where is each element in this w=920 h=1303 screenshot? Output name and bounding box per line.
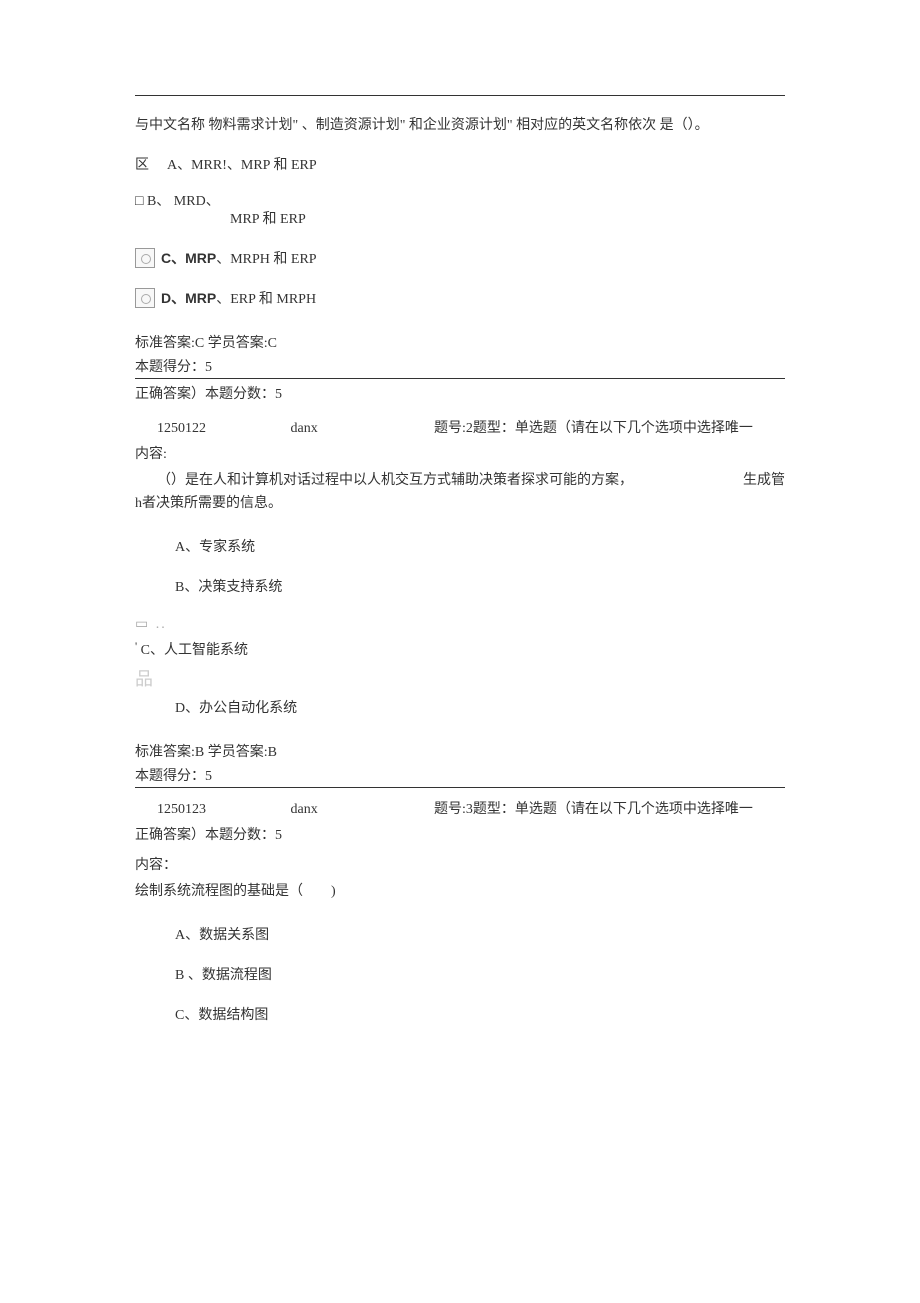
question-3: 1250123 danx 题号:3题型：单选题（请在以下几个选项中选择唯一 正确… <box>135 798 785 1024</box>
top-rule <box>135 95 785 96</box>
q2-type: danx <box>291 421 371 437</box>
q1-stem: 与中文名称 物料需求计划" 、制造资源计划" 和企业资源计划" 相对应的英文名称… <box>135 114 785 138</box>
q3-content-label: 内容： <box>135 854 785 874</box>
q2-option-c-text: C、人工智能系统 <box>141 643 248 658</box>
q2-content-label: 内容: <box>135 443 785 463</box>
q1-option-c-label: C、MRP <box>161 248 216 268</box>
q1-option-b: □ B、 MRD、 MRP 和 ERP <box>135 190 785 228</box>
divider <box>135 378 785 379</box>
q1-score: 本题得分：5 <box>135 356 785 376</box>
q3-type: danx <box>291 802 371 818</box>
q1-option-a-text: A、MRR!、MRP 和 ERP <box>167 154 317 174</box>
question-2: 1250122 danx 题号:2题型：单选题（请在以下几个选项中选择唯一 内容… <box>135 417 785 789</box>
q3-stem: 绘制系统流程图的基础是（ ) <box>135 880 785 904</box>
q2-meta: 1250122 danx 题号:2题型：单选题（请在以下几个选项中选择唯一 <box>135 417 785 437</box>
checkbox-marker: □ <box>135 194 143 209</box>
q3-header: 题号:3题型：单选题（请在以下几个选项中选择唯一 <box>434 802 753 817</box>
q1-option-b-line2: MRP 和 ERP <box>230 212 306 227</box>
q3-option-b: B 、数据流程图 <box>175 964 785 984</box>
question-1: 与中文名称 物料需求计划" 、制造资源计划" 和企业资源计划" 相对应的英文名称… <box>135 114 785 407</box>
q1-option-c: C、MRP 、MRPH 和 ERP <box>135 248 785 268</box>
document-page: 与中文名称 物料需求计划" 、制造资源计划" 和企业资源计划" 相对应的英文名称… <box>0 0 920 1303</box>
q2-stem-1: （）是在人和计算机对话过程中以人机交互方式辅助决策者探求可能的方案， <box>157 473 633 488</box>
q1-option-a: 区 A、MRR!、MRP 和 ERP <box>135 154 785 174</box>
q2-answer: 标准答案:B 学员答案:B <box>135 741 785 761</box>
radio-icon <box>135 288 155 308</box>
q1-answer: 标准答案:C 学员答案:C <box>135 332 785 352</box>
radio-icon <box>135 248 155 268</box>
q1-option-c-rest: 、MRPH 和 ERP <box>216 248 316 268</box>
q1-option-d-rest: 、ERP 和 MRPH <box>216 288 316 308</box>
q2-code: 1250122 <box>157 421 287 437</box>
q3-correct-score: 正确答案）本题分数：5 <box>135 824 785 848</box>
q1-option-d: D、MRP 、ERP 和 MRPH <box>135 288 785 308</box>
q3-meta: 1250123 danx 题号:3题型：单选题（请在以下几个选项中选择唯一 <box>135 798 785 818</box>
q3-option-a: A、数据关系图 <box>175 924 785 944</box>
q2-stem-right: 生成管 <box>743 469 785 493</box>
artifact-glyphs: ▭ .. <box>135 616 785 633</box>
q2-option-a: A、专家系统 <box>175 536 785 556</box>
q1-option-b-line1: B、 MRD、 <box>147 194 220 209</box>
q2-score: 本题得分：5 <box>135 765 785 785</box>
q3-code: 1250123 <box>157 802 287 818</box>
q2-option-b: B、决策支持系统 <box>175 576 785 596</box>
q1-option-d-label: D、MRP <box>161 288 216 308</box>
q2-header: 题号:2题型：单选题（请在以下几个选项中选择唯一 <box>434 421 753 436</box>
quote-mark: ' <box>135 639 137 653</box>
q1-correct-score: 正确答案）本题分数：5 <box>135 383 785 407</box>
q2-option-c: ' C、人工智能系统 <box>135 639 785 659</box>
divider <box>135 787 785 788</box>
box-glyph: 品 <box>135 665 785 691</box>
q2-option-d: D、办公自动化系统 <box>175 697 785 717</box>
q3-option-c: C、数据结构图 <box>175 1004 785 1024</box>
checkbox-marker: 区 <box>135 154 159 174</box>
q2-stem-2: h者决策所需要的信息。 <box>135 496 282 511</box>
q2-stem: （）是在人和计算机对话过程中以人机交互方式辅助决策者探求可能的方案， 生成管 h… <box>135 469 785 517</box>
